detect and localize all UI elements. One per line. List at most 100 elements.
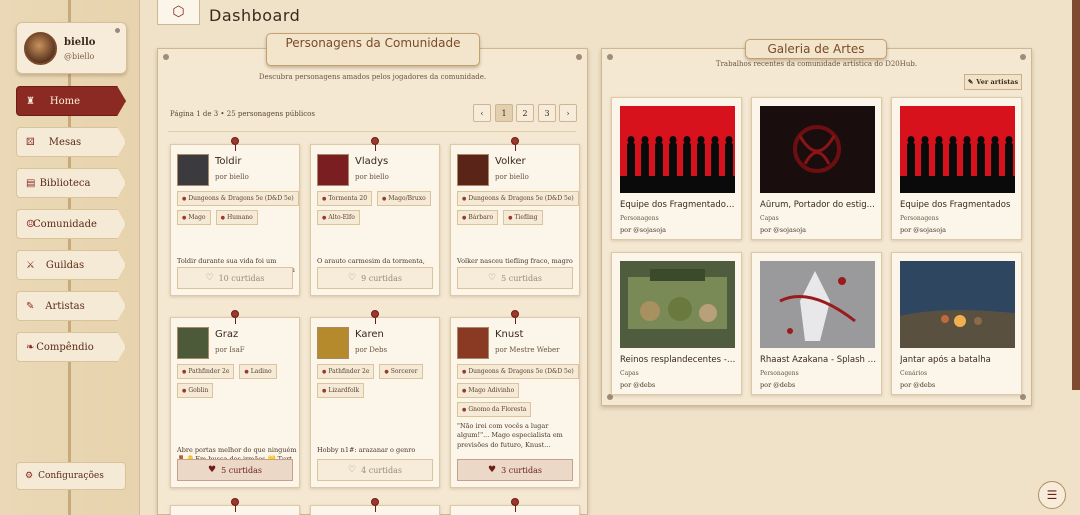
nav-item-home[interactable]: ♜ Home [16, 86, 126, 116]
nav-item-label: Mesas [48, 136, 82, 148]
heart-icon: ♡ [348, 465, 357, 475]
nav-item-label: Home [49, 95, 81, 107]
character-description: Hobby n1#: arazanar o genro [317, 446, 416, 454]
art-card[interactable]: Rhaast Azakana - Splash Art Personagens po… [751, 252, 882, 395]
tag: Goblin [177, 383, 214, 398]
nav-item-guildas[interactable]: ⚔ Guildas [16, 250, 126, 280]
scrollbar-track[interactable] [1072, 0, 1080, 390]
art-scene [900, 261, 1015, 348]
character-name: Vladys [355, 156, 389, 167]
pushpin [371, 137, 379, 151]
settings-label: Configurações [38, 471, 104, 481]
sidebar: biello @biello ♜ Home ⚄ Mesas ▤ Biblioteca ☺ Co… [0, 0, 140, 515]
art-silhouettes [620, 106, 735, 193]
tag: Dungeons & Dragons 5e (D&D 5e) [177, 191, 299, 206]
like-button[interactable]: ♡ 4 curtidas [317, 459, 433, 481]
character-portrait [457, 154, 489, 186]
art-card[interactable]: Equipe dos Fragmentados (... Personagens p… [611, 97, 742, 240]
art-image [620, 261, 735, 348]
like-button[interactable]: ♡ 5 curtidas [457, 267, 573, 289]
pushpin [371, 310, 379, 324]
nav-item-comunidade[interactable]: ☺ Comunidade [16, 209, 126, 239]
tag-list: Dungeons & Dragons 5e (D&D 5e) Mago Humano [177, 191, 299, 225]
tag-list: Dungeons & Dragons 5e (D&D 5e) Bárbaro Tie… [457, 191, 579, 225]
heart-icon: ♡ [348, 273, 357, 283]
character-card[interactable]: Knust por Mestre Weber Dungeons & Dragons … [450, 310, 580, 488]
page-info: Página 1 de 3 • 25 personagens públicos [170, 110, 315, 118]
tag-list: Pathfinder 2e Sorcerer Lizardfolk [317, 364, 439, 398]
character-card[interactable]: Karen por Debs Pathfinder 2e Sorcerer Lizard… [310, 310, 440, 488]
d20-logo[interactable]: ⬡ [157, 0, 200, 25]
art-silhouettes [900, 106, 1015, 193]
character-card[interactable] [310, 498, 440, 515]
user-profile-card[interactable]: biello @biello [16, 22, 127, 74]
pushpin [511, 498, 519, 512]
art-author: por @sojasoja [900, 226, 947, 234]
like-count: 10 curtidas [218, 273, 265, 283]
nav-item-artistas[interactable]: ✎ Artistas [16, 291, 126, 321]
art-author: por @debs [900, 381, 936, 389]
d20-icon: ⬡ [172, 4, 185, 20]
like-button[interactable]: ♡ 9 curtidas [317, 267, 433, 289]
character-description: "Não irei com vocês a lugar algum!"... M… [457, 422, 563, 449]
character-card[interactable]: Volker por biello Dungeons & Dragons 5e (D… [450, 137, 580, 296]
user-handle: @biello [64, 52, 95, 61]
art-card[interactable]: Reinos resplandecentes - c... Capas por @d… [611, 252, 742, 395]
character-portrait [177, 327, 209, 359]
page-1-button[interactable]: 1 [495, 104, 513, 122]
like-button[interactable]: ♡ 10 curtidas [177, 267, 293, 289]
tag: Lizardfolk [317, 383, 365, 398]
page-2-button[interactable]: 2 [516, 104, 534, 122]
nav-item-compendio[interactable]: ❧ Compêndio [16, 332, 126, 362]
art-title: Rhaast Azakana - Splash Art [760, 355, 878, 365]
tag: Dungeons & Dragons 5e (D&D 5e) [457, 364, 579, 379]
art-image [760, 106, 875, 193]
tag-list: Tormenta 20 Mago/Bruxo Alto-Elfo [317, 191, 439, 225]
gallery-title: Galeria de Artes [767, 42, 865, 56]
gallery-banner: Galeria de Artes [745, 39, 887, 59]
tag: Bárbaro [457, 210, 499, 225]
nav-item-biblioteca[interactable]: ▤ Biblioteca [16, 168, 126, 198]
view-artists-button[interactable]: ✎ Ver artistas [964, 74, 1022, 90]
character-portrait [317, 327, 349, 359]
heart-filled-icon: ♥ [488, 465, 497, 475]
like-count: 5 curtidas [221, 465, 262, 475]
character-card[interactable] [170, 498, 300, 515]
character-card[interactable]: Grazpor IsaFPathfinder 2eLadinoGoblinAbr… [170, 310, 300, 488]
like-button[interactable]: ♥ 5 curtidas [177, 459, 293, 481]
art-category: Capas [760, 215, 779, 222]
art-card[interactable]: Equipe dos Fragmentados Personagens por @s… [891, 97, 1022, 240]
tag: Sorcerer [379, 364, 423, 379]
art-image [900, 261, 1015, 348]
character-card[interactable]: Toldir por biello Dungeons & Dragons 5e (D… [170, 137, 300, 296]
nav-item-label: Guildas [45, 259, 85, 271]
characters-title: Personagens da Comunidade [285, 36, 461, 50]
panel-pin [576, 54, 582, 60]
art-card[interactable]: Aûrum, Portador do estig... Capas por @soj… [751, 97, 882, 240]
heart-icon: ♡ [488, 273, 497, 283]
prev-page-button[interactable]: ‹ [473, 104, 491, 122]
character-author: por biello [495, 173, 529, 181]
art-image [760, 261, 875, 348]
menu-button[interactable]: ☰ [1038, 481, 1066, 509]
nav-item-label: Biblioteca [39, 177, 91, 189]
tag: Pathfinder 2e [177, 364, 235, 379]
status-dot [115, 28, 120, 33]
gallery-subtitle: Trabalhos recentes da comunidade artísti… [715, 60, 918, 68]
pushpin [511, 137, 519, 151]
like-button[interactable]: ♥ 3 curtidas [457, 459, 573, 481]
tag: Humano [215, 210, 258, 225]
art-title: Reinos resplandecentes - c... [620, 355, 738, 365]
art-card[interactable]: Jantar após a batalha Cenários por @debs [891, 252, 1022, 395]
art-category: Personagens [760, 370, 799, 377]
settings-button[interactable]: ⚙ Configurações [16, 462, 126, 490]
nav-item-mesas[interactable]: ⚄ Mesas [16, 127, 126, 157]
like-count: 4 curtidas [361, 465, 402, 475]
like-count: 9 curtidas [361, 273, 402, 283]
next-page-button[interactable]: › [559, 104, 577, 122]
art-scene [760, 261, 875, 348]
character-card[interactable] [450, 498, 580, 515]
character-card[interactable]: Vladys por biello Tormenta 20 Mago/Bruxo Alt… [310, 137, 440, 296]
page-3-button[interactable]: 3 [538, 104, 556, 122]
like-count: 3 curtidas [501, 465, 542, 475]
